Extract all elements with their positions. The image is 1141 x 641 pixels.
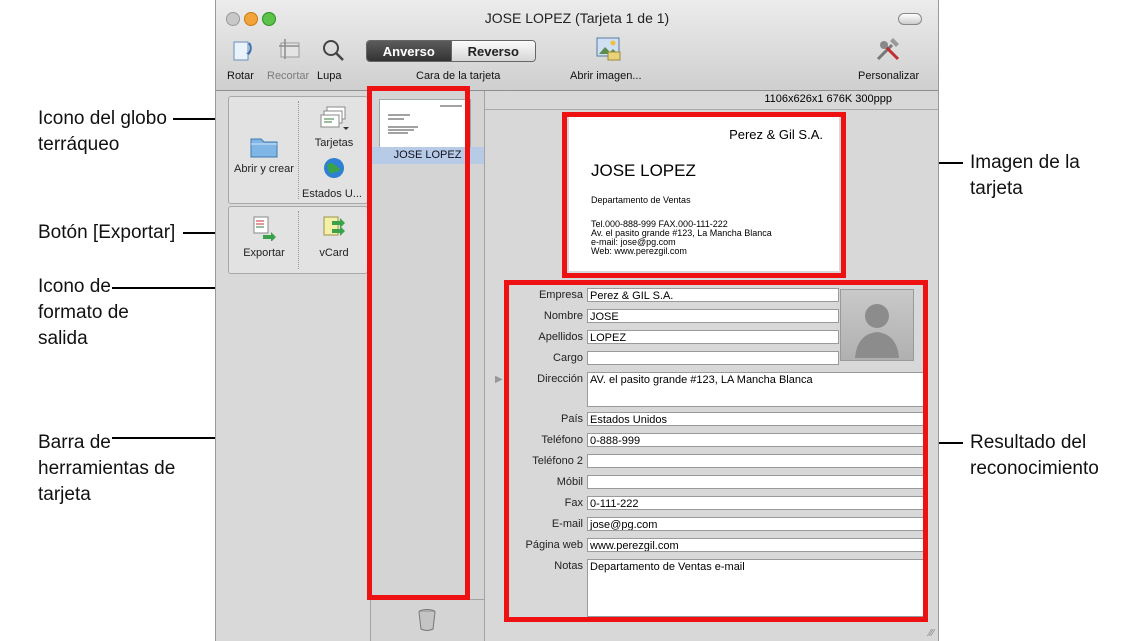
export-icon[interactable] [251,215,277,246]
group-divider [298,211,299,269]
disclosure-triangle-icon[interactable]: ▶ [495,374,503,385]
window-title: JOSE LOPEZ (Tarjeta 1 de 1) [484,10,670,26]
export-label[interactable]: Exportar [229,247,299,259]
crop-label[interactable]: Recortar [267,70,309,82]
country-label[interactable]: Estados U... [297,188,367,200]
front-tab[interactable]: Anverso [367,41,451,61]
crop-icon[interactable] [276,36,304,64]
toolbar-toggle-button[interactable] [898,13,922,25]
customize-label[interactable]: Personalizar [858,70,919,82]
card-side-label: Cara de la tarjeta [416,70,501,82]
callout-output-format-icon: Icono de formato de salida [38,276,129,349]
open-create-label[interactable]: Abrir y crear [229,163,299,175]
callout-card-toolbar: Barra de herramientas de tarjeta [38,432,176,505]
card-toolbar-pane: Abrir y crear Tarjetas Estados U... Expo… [216,91,371,641]
group-divider [298,101,299,199]
highlight-card-toolbar [367,86,470,600]
open-image-label[interactable]: Abrir imagen... [570,70,642,82]
tool-group-export: Exportar vCard [228,206,368,274]
rotate-label[interactable]: Rotar [227,70,254,82]
globe-icon[interactable] [323,157,345,184]
callout-card-image: Imagen de la tarjeta [970,152,1080,199]
cards-label[interactable]: Tarjetas [299,137,369,149]
output-format-icon[interactable] [321,215,347,246]
tool-group-open: Abrir y crear Tarjetas Estados U... [228,96,368,204]
callout-recognition-result: Resultado del reconocimiento [970,432,1099,479]
image-info-text: 1106x626x1 676K 300ppp [764,93,892,105]
tools-icon[interactable] [874,36,902,64]
highlight-recognition-result [504,280,928,622]
highlight-card-image [562,112,846,278]
magnifier-icon[interactable] [319,36,347,64]
callout-export-button: Botón [Exportar] [38,222,176,243]
cards-icon[interactable] [319,105,349,138]
folder-icon[interactable] [249,133,279,164]
rotate-icon[interactable] [228,36,256,64]
callout-globe-icon: Icono del globo terráqueo [38,108,167,155]
card-side-segmented-control: Anverso Reverso [366,40,536,62]
open-image-icon[interactable] [594,34,622,62]
back-tab[interactable]: Reverso [450,41,535,61]
resize-grip-icon[interactable]: ⁄⁄⁄ [929,628,934,639]
trash-icon[interactable] [418,609,436,636]
vcard-label[interactable]: vCard [299,247,369,259]
image-info-bar: 1106x626x1 676K 300ppp [485,91,938,110]
title-toolbar: JOSE LOPEZ (Tarjeta 1 de 1) Rotar Recort… [216,0,938,91]
zoom-label[interactable]: Lupa [317,70,341,82]
